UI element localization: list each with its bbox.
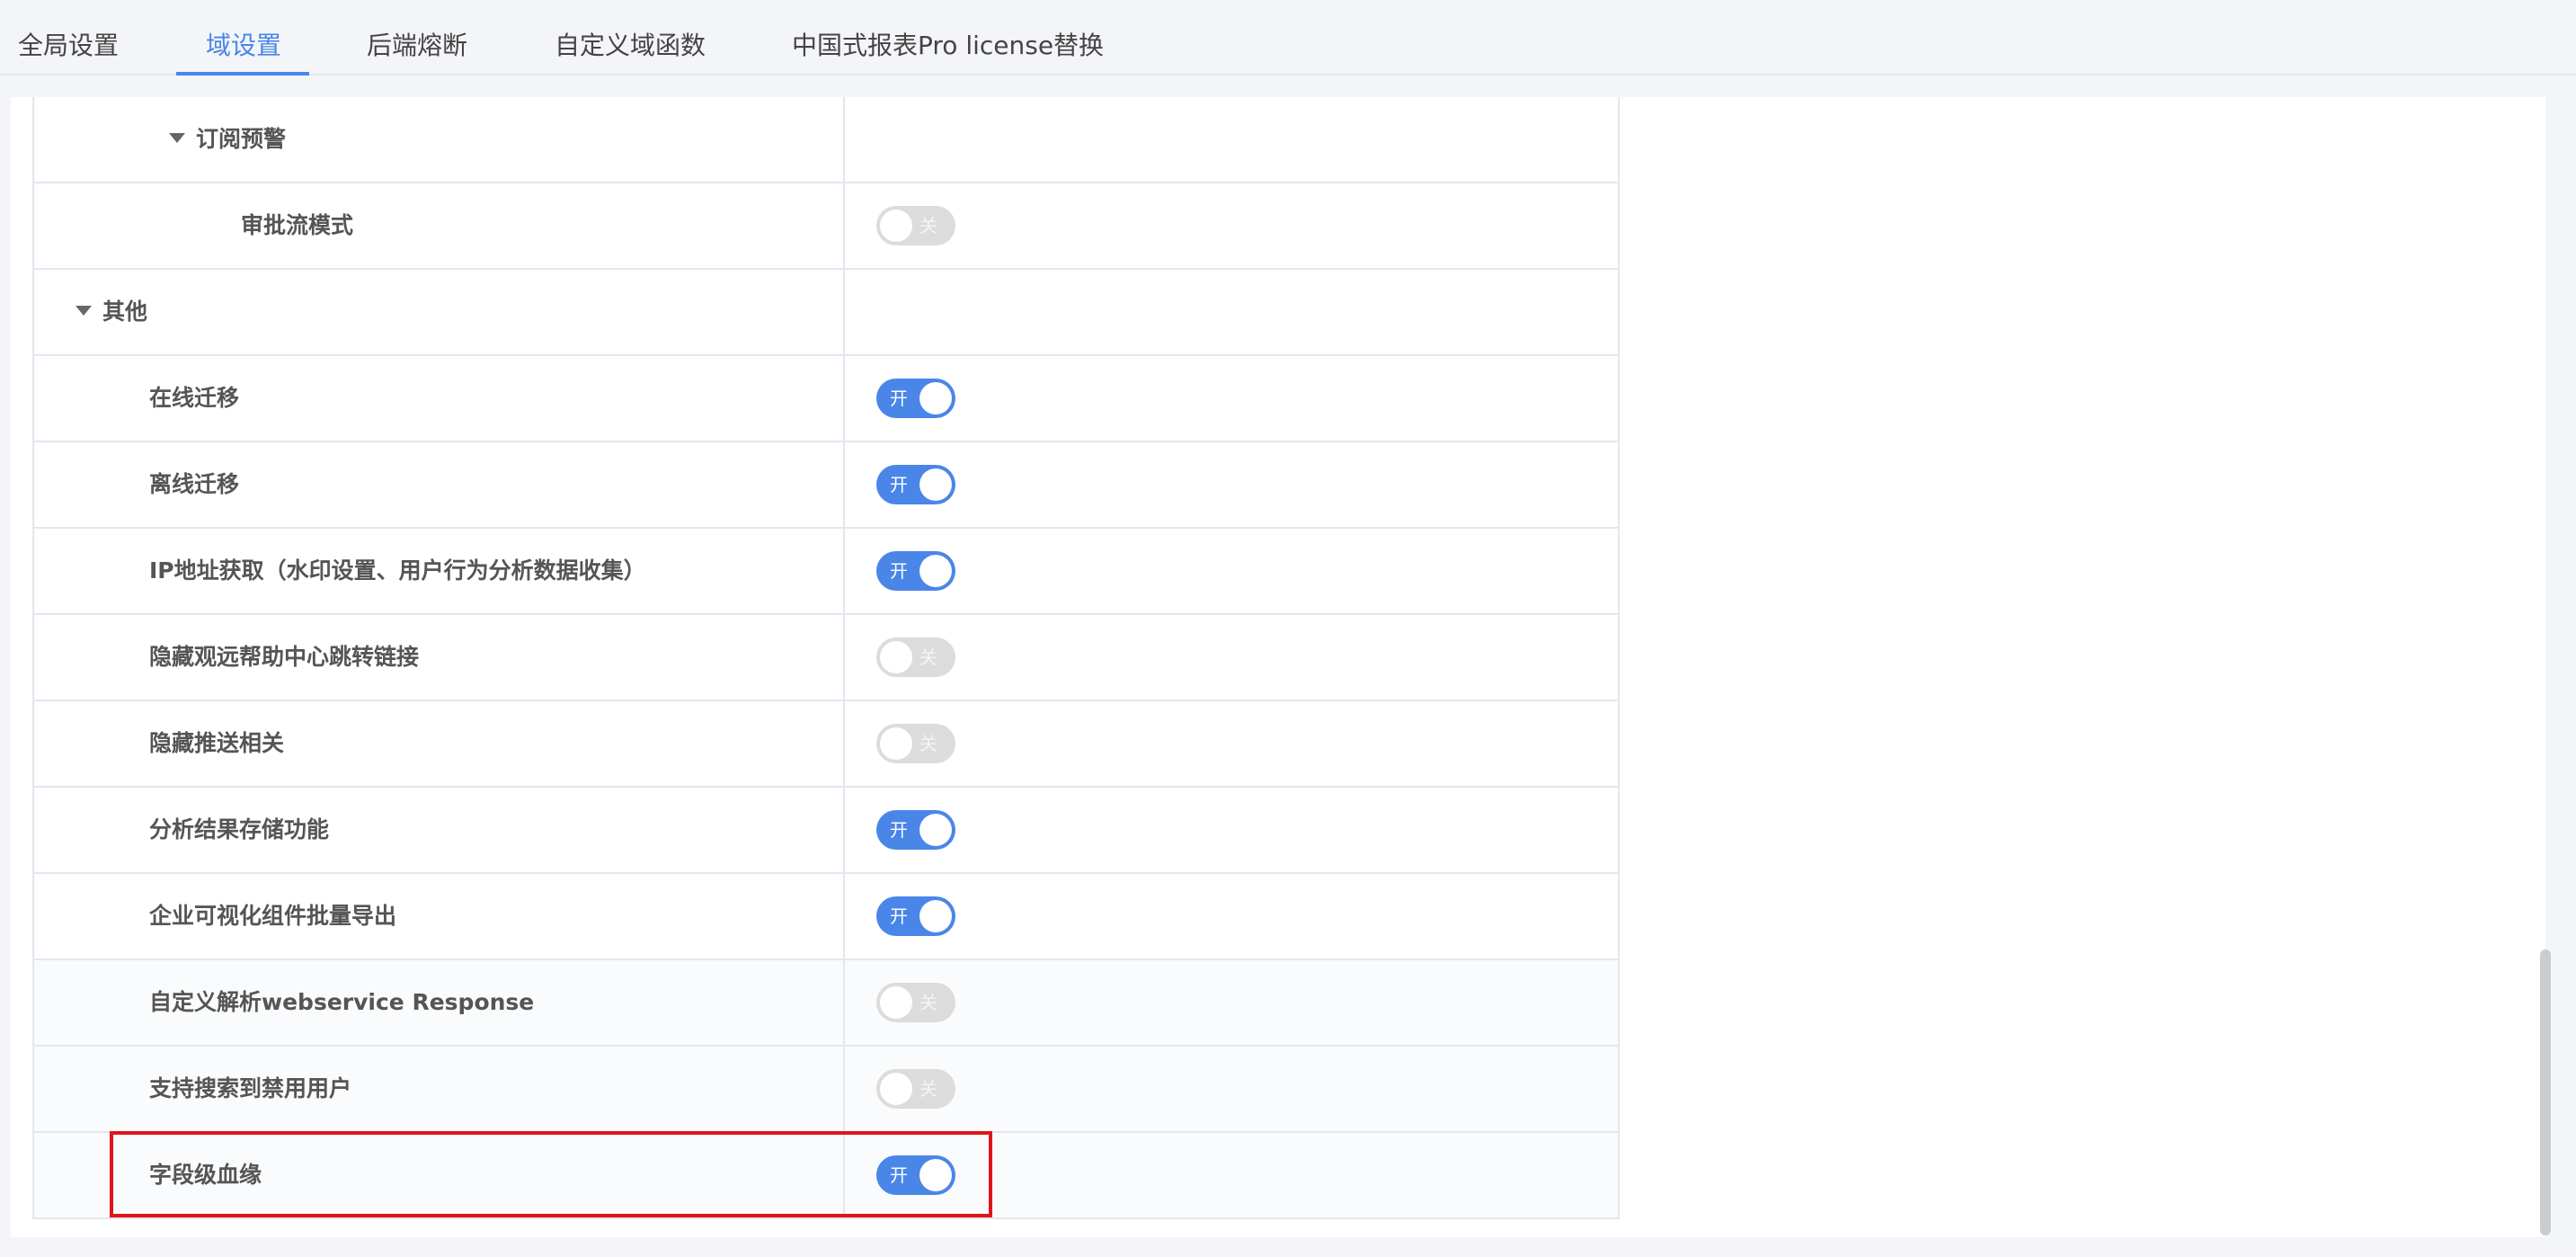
- settings-panel: 订阅预警 审批流模式 关 其他 在线迁移 开 离线迁移 开 IP地址获取（水印设…: [11, 97, 2545, 1237]
- analysis-storage-toggle[interactable]: 开: [876, 810, 955, 850]
- column-divider: [843, 615, 845, 700]
- toggle-knob: [880, 210, 912, 242]
- setting-row-batch-export: 企业可视化组件批量导出 开: [34, 874, 1618, 960]
- webservice-response-toggle[interactable]: 关: [876, 983, 955, 1022]
- toggle-knob: [919, 382, 952, 415]
- setting-label: 字段级血缘: [149, 1162, 262, 1188]
- column-divider: [843, 788, 845, 872]
- toggle-knob: [880, 641, 912, 673]
- hide-push-toggle[interactable]: 关: [876, 724, 955, 763]
- offline-migration-toggle[interactable]: 开: [876, 465, 955, 504]
- toggle-state-text: 开: [890, 905, 908, 927]
- group-row-subscription-alert[interactable]: 订阅预警: [34, 97, 1618, 183]
- column-divider: [843, 529, 845, 613]
- setting-row-approval-flow: 审批流模式 关: [34, 183, 1618, 270]
- tab-global-settings[interactable]: 全局设置: [18, 0, 119, 76]
- settings-table: 订阅预警 审批流模式 关 其他 在线迁移 开 离线迁移 开 IP地址获取（水印设…: [32, 97, 1620, 1219]
- toggle-state-text: 开: [890, 560, 908, 582]
- setting-label: 隐藏推送相关: [149, 730, 285, 756]
- caret-down-icon[interactable]: [169, 133, 185, 143]
- column-divider: [843, 1047, 845, 1131]
- setting-label: 离线迁移: [149, 471, 240, 497]
- column-divider: [843, 1133, 845, 1217]
- setting-label: 审批流模式: [241, 212, 354, 238]
- column-divider: [843, 270, 845, 354]
- toggle-state-text: 开: [890, 388, 908, 409]
- tab-domain-settings[interactable]: 域设置: [206, 0, 281, 76]
- setting-row-hide-help-link: 隐藏观远帮助中心跳转链接 关: [34, 615, 1618, 701]
- toggle-state-text: 关: [919, 1078, 937, 1100]
- setting-label: 在线迁移: [149, 385, 240, 411]
- online-migration-toggle[interactable]: 开: [876, 379, 955, 418]
- toggle-state-text: 关: [919, 646, 937, 668]
- setting-row-webservice-response: 自定义解析webservice Response 关: [34, 960, 1618, 1047]
- setting-label: 分析结果存储功能: [149, 816, 330, 842]
- group-label: 其他: [102, 299, 148, 325]
- hide-help-link-toggle[interactable]: 关: [876, 637, 955, 677]
- tab-backend-circuit-breaker[interactable]: 后端熔断: [367, 0, 467, 76]
- toggle-knob: [919, 468, 952, 501]
- setting-row-ip-address: IP地址获取（水印设置、用户行为分析数据收集） 开: [34, 529, 1618, 615]
- active-tab-indicator: [176, 72, 309, 76]
- search-disabled-users-toggle[interactable]: 关: [876, 1069, 955, 1109]
- column-divider: [843, 701, 845, 786]
- toggle-state-text: 开: [890, 1164, 908, 1186]
- setting-row-analysis-storage: 分析结果存储功能 开: [34, 788, 1618, 874]
- toggle-knob: [919, 814, 952, 846]
- toggle-state-text: 关: [919, 733, 937, 754]
- setting-row-offline-migration: 离线迁移 开: [34, 442, 1618, 529]
- column-divider: [843, 960, 845, 1045]
- toggle-knob: [880, 1073, 912, 1105]
- toggle-state-text: 关: [919, 992, 937, 1013]
- ip-address-toggle[interactable]: 开: [876, 551, 955, 591]
- column-divider: [843, 183, 845, 268]
- toggle-state-text: 开: [890, 474, 908, 495]
- toggle-knob: [919, 1159, 952, 1191]
- setting-row-search-disabled-users: 支持搜索到禁用用户 关: [34, 1047, 1618, 1133]
- toggle-knob: [919, 555, 952, 587]
- setting-label: IP地址获取（水印设置、用户行为分析数据收集）: [149, 557, 646, 584]
- batch-export-toggle[interactable]: 开: [876, 896, 955, 936]
- tab-custom-domain-functions[interactable]: 自定义域函数: [555, 0, 706, 76]
- toggle-state-text: 开: [890, 819, 908, 841]
- setting-label: 隐藏观远帮助中心跳转链接: [149, 644, 420, 670]
- vertical-scrollbar[interactable]: [2540, 949, 2551, 1235]
- approval-flow-toggle[interactable]: 关: [876, 206, 955, 245]
- column-divider: [843, 356, 845, 441]
- toggle-knob: [880, 986, 912, 1019]
- column-divider: [843, 442, 845, 527]
- setting-row-hide-push: 隐藏推送相关 关: [34, 701, 1618, 788]
- column-divider: [843, 97, 845, 182]
- toggle-knob: [919, 900, 952, 932]
- toggle-state-text: 关: [919, 215, 937, 236]
- setting-row-field-lineage: 字段级血缘 开: [34, 1133, 1618, 1219]
- group-row-other[interactable]: 其他: [34, 270, 1618, 356]
- column-divider: [843, 874, 845, 958]
- tab-bar: 全局设置 域设置 后端熔断 自定义域函数 中国式报表Pro license替换: [0, 0, 2576, 76]
- group-label: 订阅预警: [196, 126, 287, 152]
- setting-label: 支持搜索到禁用用户: [149, 1075, 352, 1101]
- toggle-knob: [880, 727, 912, 760]
- setting-row-online-migration: 在线迁移 开: [34, 356, 1618, 442]
- setting-label: 自定义解析webservice Response: [149, 989, 535, 1015]
- setting-label: 企业可视化组件批量导出: [149, 903, 397, 929]
- tab-china-report-pro-license[interactable]: 中国式报表Pro license替换: [792, 0, 1104, 76]
- field-lineage-toggle[interactable]: 开: [876, 1155, 955, 1195]
- caret-down-icon[interactable]: [76, 306, 92, 316]
